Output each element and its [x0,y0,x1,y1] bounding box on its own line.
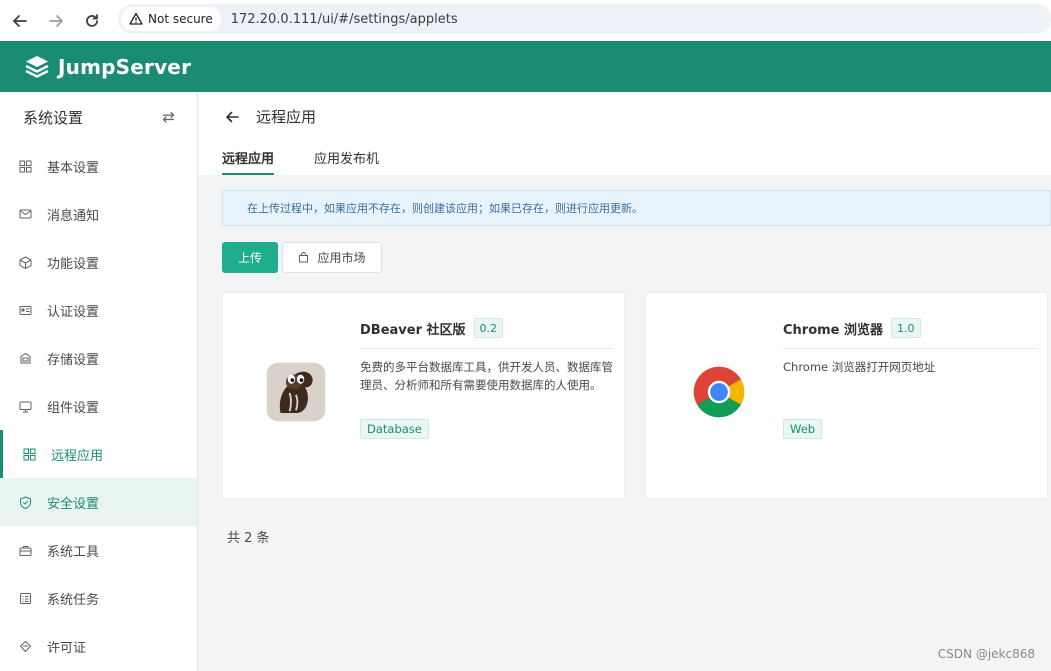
sidebar-item-basic[interactable]: 基本设置 [0,142,197,190]
page-header: 远程应用 远程应用 应用发布机 [198,92,1051,175]
sidebar-item-label: 消息通知 [47,208,100,224]
browser-toolbar: Not secure 172.20.0.111/ui/#/settings/ap… [0,0,1051,41]
address-bar[interactable]: Not secure 172.20.0.111/ui/#/settings/ap… [118,4,1051,34]
sidebar-item-label: 认证设置 [47,304,100,320]
app-market-label: 应用市场 [317,251,366,265]
chrome-icon [684,357,754,427]
sidebar-item-features[interactable]: 功能设置 [0,238,197,286]
tab-remote-apps[interactable]: 远程应用 [222,144,275,175]
sidebar-item-auth[interactable]: 认证设置 [0,286,197,334]
applet-name: DBeaver 社区版 [360,322,466,338]
card-divider [783,348,1036,349]
sidebar-item-security[interactable]: 安全设置 [0,478,197,526]
page-title: 远程应用 [256,108,317,126]
reload-icon[interactable] [82,11,102,31]
cube-icon [19,255,32,269]
sidebar-item-remote-apps[interactable]: 远程应用 [0,430,197,478]
shopping-bag-icon [299,252,309,263]
card-title-row: DBeaver 社区版 0.2 [360,318,504,338]
security-label: Not secure [148,12,213,26]
version-badge: 0.2 [473,318,504,338]
applet-name: Chrome 浏览器 [783,322,884,338]
forward-arrow-icon[interactable] [46,11,66,31]
total-count: 共 2 条 [227,531,270,546]
brand-name: JumpServer [58,54,192,79]
jumpserver-logo-icon [25,55,49,78]
main-content: 远程应用 远程应用 应用发布机 在上传过程中，如果应用不存在，则创建该应用；如果… [198,92,1051,671]
sidebar-item-label: 系统工具 [47,544,100,560]
license-icon [19,640,32,653]
info-alert: 在上传过程中，如果应用不存在，则创建该应用；如果已存在，则进行应用更新。 [222,190,1051,226]
apps-icon [23,448,36,461]
sidebar-item-label: 功能设置 [47,256,100,272]
card-title-row: Chrome 浏览器 1.0 [783,318,921,338]
version-badge: 1.0 [891,318,921,338]
sidebar-item-components[interactable]: 组件设置 [0,382,197,430]
security-indicator[interactable]: Not secure [121,7,221,31]
toolbox-icon [19,544,32,557]
grid-icon [19,160,32,173]
watermark: CSDN @jekc868 [937,647,1035,661]
switch-view-icon[interactable]: ⇄ [162,108,175,126]
type-tag: Database [360,419,429,439]
app-header: JumpServer [0,41,1051,92]
sidebar: 系统设置 ⇄ 基本设置 消息通知 功能设置 认证设置 存储设置 组件设置 远程应… [0,92,198,671]
card-divider [360,348,613,349]
sidebar-item-messages[interactable]: 消息通知 [0,190,197,238]
back-arrow-icon[interactable] [10,11,30,31]
sidebar-item-storage[interactable]: 存储设置 [0,334,197,382]
monitor-icon [19,400,32,413]
applet-description: Chrome 浏览器打开网页地址 [783,360,936,374]
warning-icon [129,12,143,25]
type-tag: Web [783,419,823,439]
sidebar-item-label: 远程应用 [51,448,104,464]
sidebar-item-tasks[interactable]: 系统任务 [0,574,197,622]
sidebar-item-label: 许可证 [47,640,87,656]
sidebar-title: 系统设置 [23,108,84,127]
tab-bar: 远程应用 应用发布机 [222,144,419,175]
message-icon [19,208,32,221]
sidebar-item-label: 系统任务 [47,592,100,608]
app-market-button[interactable]: 应用市场 [282,242,382,273]
storage-icon [19,352,32,365]
applet-description: 免费的多平台数据库工具，供开发人员、数据库管理员、分析师和所有需要使用数据库的人… [360,360,613,392]
dbeaver-icon [261,357,331,427]
sidebar-item-label: 组件设置 [47,400,100,416]
page-title-row: 远程应用 [224,106,316,127]
sidebar-item-tools[interactable]: 系统工具 [0,526,197,574]
sidebar-item-label: 基本设置 [47,160,100,176]
upload-button[interactable]: 上传 [222,242,278,273]
sidebar-item-license[interactable]: 许可证 [0,622,197,670]
tab-app-publishers[interactable]: 应用发布机 [314,144,379,175]
brand-logo[interactable]: JumpServer [24,54,191,80]
id-card-icon [19,304,32,317]
task-icon [19,592,32,605]
applet-card[interactable]: DBeaver 社区版 0.2 免费的多平台数据库工具，供开发人员、数据库管理员… [222,292,625,499]
sidebar-item-label: 安全设置 [47,496,100,512]
shield-icon [19,495,32,509]
url-text: 172.20.0.111/ui/#/settings/applets [230,11,458,27]
sidebar-item-label: 存储设置 [47,352,100,368]
back-arrow-icon[interactable] [224,109,240,125]
sidebar-header: 系统设置 ⇄ [0,92,197,142]
applet-card[interactable]: Chrome 浏览器 1.0 Chrome 浏览器打开网页地址 Web [645,292,1048,499]
